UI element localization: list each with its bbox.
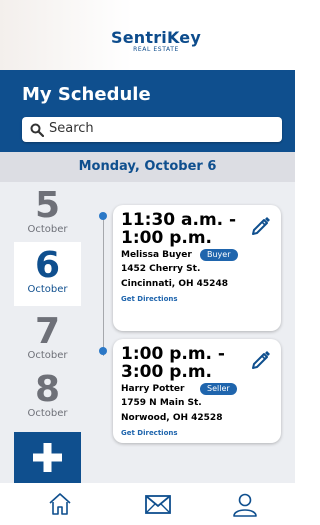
role-badge: Buyer bbox=[200, 249, 238, 261]
brand-tagline: REAL ESTATE bbox=[133, 46, 179, 53]
get-directions-link[interactable]: Get Directions bbox=[121, 295, 178, 303]
plus-icon bbox=[33, 443, 62, 472]
appointment-start-time: 1:00 p.m. - bbox=[121, 344, 225, 364]
appointment-end-time: 1:00 p.m. bbox=[121, 228, 213, 248]
search-icon bbox=[30, 122, 45, 141]
address-line-1: 1452 Cherry St. bbox=[121, 264, 201, 274]
timeline-dot bbox=[99, 347, 107, 355]
bottom-nav bbox=[0, 483, 295, 525]
day-month: October bbox=[27, 284, 68, 295]
day-item-5[interactable]: 5 October bbox=[14, 188, 81, 238]
day-month: October bbox=[27, 350, 68, 361]
edit-pencil-icon[interactable] bbox=[251, 349, 271, 373]
client-name: Melissa Buyer bbox=[121, 250, 192, 260]
brand-name: SentriKey bbox=[111, 28, 201, 47]
timeline-line bbox=[103, 216, 104, 356]
day-number: 6 bbox=[34, 245, 61, 286]
mail-icon[interactable] bbox=[144, 491, 172, 521]
day-item-6[interactable]: 6 October bbox=[14, 242, 81, 306]
appointment-time: 1:00 p.m. - 3:00 p.m. bbox=[121, 345, 225, 381]
app-header: SentriKey REAL ESTATE bbox=[0, 0, 295, 70]
appointment-card[interactable]: 11:30 a.m. - 1:00 p.m. Melissa Buyer Buy… bbox=[113, 205, 281, 331]
day-item-8[interactable]: 8 October bbox=[14, 372, 81, 422]
appointment-time: 11:30 a.m. - 1:00 p.m. bbox=[121, 211, 236, 247]
search-input[interactable]: Search bbox=[22, 117, 282, 142]
appointment-end-time: 3:00 p.m. bbox=[121, 362, 213, 382]
day-month: October bbox=[27, 408, 68, 419]
get-directions-link[interactable]: Get Directions bbox=[121, 429, 178, 437]
day-number: 8 bbox=[34, 369, 61, 410]
address-line-2: Cincinnati, OH 45248 bbox=[121, 279, 228, 289]
home-icon[interactable] bbox=[47, 491, 73, 521]
profile-icon[interactable] bbox=[232, 491, 258, 521]
appointment-start-time: 11:30 a.m. - bbox=[121, 210, 237, 230]
add-appointment-button[interactable] bbox=[14, 432, 81, 483]
day-item-7[interactable]: 7 October bbox=[14, 314, 81, 364]
client-name: Harry Potter bbox=[121, 384, 185, 394]
timeline-dot bbox=[99, 212, 107, 220]
day-number: 5 bbox=[34, 185, 61, 226]
selected-date-label: Monday, October 6 bbox=[78, 159, 217, 174]
search-placeholder: Search bbox=[49, 121, 94, 136]
appointment-card[interactable]: 1:00 p.m. - 3:00 p.m. Harry Potter Selle… bbox=[113, 339, 281, 443]
page-title: My Schedule bbox=[22, 84, 151, 105]
day-number: 7 bbox=[34, 311, 61, 352]
day-month: October bbox=[27, 224, 68, 235]
address-line-2: Norwood, OH 42528 bbox=[121, 413, 223, 423]
brand-logo: SentriKey REAL ESTATE bbox=[106, 30, 206, 54]
address-line-1: 1759 N Main St. bbox=[121, 398, 202, 408]
role-badge: Seller bbox=[200, 383, 237, 395]
edit-pencil-icon[interactable] bbox=[251, 215, 271, 239]
